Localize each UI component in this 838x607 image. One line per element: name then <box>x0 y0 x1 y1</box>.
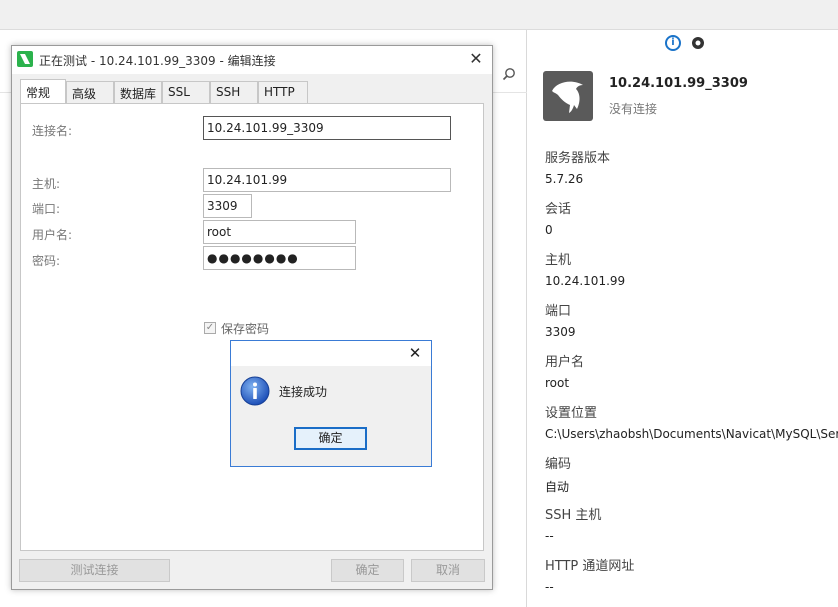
top-toolbar-strip <box>0 0 838 30</box>
prop-label: SSH 主机 <box>545 508 602 523</box>
prop-value: 自动 <box>545 480 570 494</box>
prop-ssh-host: SSH 主机 -- <box>545 504 601 543</box>
connection-name-input[interactable]: 10.24.101.99_3309 <box>203 116 451 140</box>
prop-port: 端口 3309 <box>545 300 576 339</box>
prop-label: HTTP 通道网址 <box>545 559 635 574</box>
edit-connection-window: 正在测试 - 10.24.101.99_3309 - 编辑连接 ✕ 常规 高级 … <box>11 45 493 590</box>
tab-ssh[interactable]: SSH <box>210 81 258 103</box>
save-password-label: 保存密码 <box>221 322 270 336</box>
prop-label: 会话 <box>545 202 572 217</box>
prop-label: 编码 <box>545 457 572 472</box>
tab-databases[interactable]: 数据库 <box>114 81 162 103</box>
port-input[interactable]: 3309 <box>203 194 252 218</box>
prop-value: C:\Users\zhaobsh\Documents\Navicat\MySQL… <box>545 427 838 441</box>
prop-server-version: 服务器版本 5.7.26 <box>545 147 610 186</box>
prop-sessions: 会话 0 <box>545 198 571 237</box>
close-icon[interactable]: ✕ <box>468 50 484 68</box>
prop-encoding: 编码 自动 <box>545 453 571 495</box>
mysql-dolphin-logo <box>543 71 593 121</box>
host-label: 主机: <box>32 177 61 191</box>
general-tab-panel: 连接名: 10.24.101.99_3309 主机: 10.24.101.99 … <box>20 103 484 551</box>
prop-host: 主机 10.24.101.99 <box>545 249 625 288</box>
username-input[interactable]: root <box>203 220 356 244</box>
tab-general[interactable]: 常规 <box>20 79 66 103</box>
prop-value: 0 <box>545 223 553 237</box>
tab-advanced[interactable]: 高级 <box>66 81 114 103</box>
prop-value: -- <box>545 529 554 543</box>
navicat-app-icon <box>17 51 33 67</box>
save-password-checkbox[interactable]: ✓ <box>204 322 216 334</box>
prop-label: 服务器版本 <box>545 151 611 166</box>
cancel-button[interactable]: 取消 <box>411 559 485 582</box>
search-icon[interactable] <box>502 67 516 81</box>
prop-settings-location: 设置位置 C:\Users\zhaobsh\Documents\Navicat\… <box>545 402 838 441</box>
prop-value: -- <box>545 580 554 594</box>
tab-ssl[interactable]: SSL <box>162 81 210 103</box>
close-icon[interactable]: ✕ <box>407 344 423 362</box>
connection-status: 没有连接 <box>609 102 658 116</box>
eye-icon[interactable] <box>691 36 705 50</box>
test-connection-button[interactable]: 测试连接 <box>19 559 170 582</box>
tab-http[interactable]: HTTP <box>258 81 308 103</box>
window-title: 正在测试 - 10.24.101.99_3309 - 编辑连接 <box>39 54 276 68</box>
connection-title: 10.24.101.99_3309 <box>609 76 748 91</box>
password-label: 密码: <box>32 254 61 268</box>
prop-value: 10.24.101.99 <box>545 274 626 288</box>
window-titlebar[interactable]: 正在测试 - 10.24.101.99_3309 - 编辑连接 ✕ <box>12 46 492 74</box>
port-label: 端口: <box>32 202 61 216</box>
username-label: 用户名: <box>32 228 73 242</box>
prop-http-tunnel-url: HTTP 通道网址 -- <box>545 555 634 594</box>
host-input[interactable]: 10.24.101.99 <box>203 168 451 192</box>
dialog-ok-button[interactable]: 确定 <box>294 427 367 450</box>
prop-label: 主机 <box>545 253 572 268</box>
prop-label: 端口 <box>545 304 572 319</box>
connection-name-label: 连接名: <box>32 124 73 138</box>
prop-value: 3309 <box>545 325 576 339</box>
prop-label: 用户名 <box>545 355 585 370</box>
connection-success-dialog: ✕ 连接成功 确定 <box>230 340 432 467</box>
password-input[interactable]: ●●●●●●●● <box>203 246 356 270</box>
connection-info-panel: i 10.24.101.99_3309 没有连接 服务器版本 5.7.26 会话… <box>528 30 838 607</box>
prop-value: root <box>545 376 570 390</box>
prop-value: 5.7.26 <box>545 172 584 186</box>
dialog-message: 连接成功 <box>279 385 328 399</box>
ok-button[interactable]: 确定 <box>331 559 404 582</box>
info-icon[interactable]: i <box>665 35 681 51</box>
prop-label: 设置位置 <box>545 406 598 421</box>
dialog-body: 连接成功 确定 <box>231 366 431 466</box>
prop-username: 用户名 root <box>545 351 584 390</box>
info-icon <box>240 376 270 406</box>
